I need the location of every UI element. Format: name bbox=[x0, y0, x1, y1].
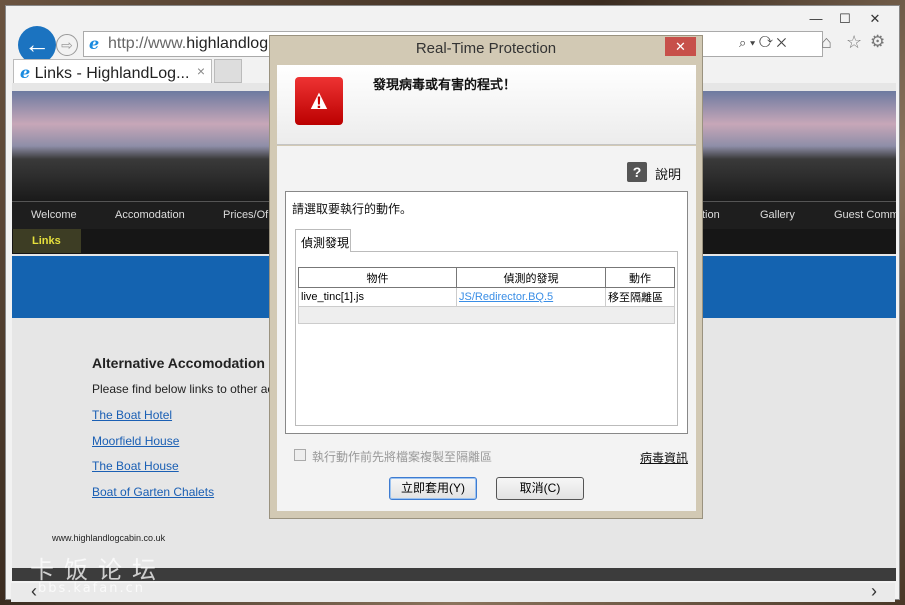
new-tab-button[interactable] bbox=[214, 59, 242, 83]
tab-close-button[interactable]: × bbox=[197, 63, 205, 79]
dialog-close-button[interactable]: ✕ bbox=[665, 37, 696, 56]
table-row[interactable]: live_tinc[1].js JS/Redirector.BQ.5 移至隔離區 bbox=[298, 287, 675, 307]
home-icon[interactable]: ⌂ bbox=[821, 32, 832, 53]
watermark-logo: 卡饭论坛 bbox=[30, 556, 166, 584]
menu-prices[interactable]: Prices/Of bbox=[223, 209, 268, 221]
help-icon[interactable]: ? bbox=[627, 162, 647, 182]
virus-info-link[interactable]: 病毒資訊 bbox=[640, 449, 688, 466]
url-host: highlandlog bbox=[186, 35, 269, 52]
link-boat-house[interactable]: The Boat House bbox=[92, 459, 179, 473]
threat-found-message: 發現病毒或有害的程式！ bbox=[373, 77, 517, 92]
settings-icon[interactable]: ⚙ bbox=[870, 32, 885, 52]
minimize-button[interactable]: — bbox=[803, 10, 829, 28]
column-object[interactable]: 物件 bbox=[298, 267, 457, 288]
cancel-button[interactable]: 取消(C) bbox=[496, 477, 584, 500]
tab-links[interactable]: e Links - HighlandLog... × bbox=[13, 59, 212, 84]
menu-gallery[interactable]: Gallery bbox=[760, 209, 795, 221]
column-action[interactable]: 動作 bbox=[605, 267, 675, 288]
detection-link[interactable]: JS/Redirector.BQ.5 bbox=[456, 287, 606, 307]
forward-button[interactable]: ⇨ bbox=[56, 34, 78, 56]
detections-table: 物件 偵測的發現 動作 live_tinc[1].js JS/Redirector.B… bbox=[298, 267, 675, 324]
menu-accomodation[interactable]: Accomodation bbox=[115, 209, 185, 221]
ie-icon: e bbox=[89, 34, 100, 53]
dialog-header: ▲! 發現病毒或有害的程式！ bbox=[277, 65, 696, 145]
watermark-url: bbs.kafan.cn bbox=[38, 581, 145, 596]
help-link[interactable]: 說明 bbox=[655, 164, 681, 183]
footer-url: www.highlandlogcabin.co.uk bbox=[52, 533, 166, 543]
warning-icon: ▲! bbox=[295, 77, 343, 125]
intro-text: Please find below links to other ac bbox=[92, 382, 274, 396]
detections-panel: 物件 偵測的發現 動作 live_tinc[1].js JS/Redirector.B… bbox=[295, 251, 678, 426]
object-cell: live_tinc[1].js bbox=[298, 287, 457, 307]
action-group: 請選取要執行的動作。 偵測發現 物件 偵測的發現 動作 live_tinc[1].j… bbox=[285, 191, 688, 434]
table-empty-row bbox=[298, 306, 675, 324]
link-boat-hotel[interactable]: The Boat Hotel bbox=[92, 408, 172, 422]
tab-title: Links - HighlandLog... bbox=[34, 65, 190, 82]
column-detection[interactable]: 偵測的發現 bbox=[456, 267, 606, 288]
maximize-button[interactable]: ☐ bbox=[832, 10, 858, 28]
link-moorfield-house[interactable]: Moorfield House bbox=[92, 434, 179, 448]
page-heading: Alternative Accomodation bbox=[92, 355, 265, 371]
scroll-right-arrow[interactable]: › bbox=[871, 581, 877, 602]
action-select[interactable]: 移至隔離區 bbox=[605, 287, 675, 307]
menu-guest-comments[interactable]: Guest Comm bbox=[834, 209, 896, 221]
dialog-title: Real-Time Protection bbox=[415, 40, 557, 57]
action-prompt: 請選取要執行的動作。 bbox=[292, 202, 413, 216]
dialog-body: ? 說明 請選取要執行的動作。 偵測發現 物件 偵測的發現 動作 live_tinc… bbox=[277, 146, 696, 511]
link-boat-of-garten[interactable]: Boat of Garten Chalets bbox=[92, 485, 214, 499]
real-time-protection-dialog: Real-Time Protection ✕ ▲! 發現病毒或有害的程式！ ? … bbox=[269, 35, 703, 519]
tab-detections[interactable]: 偵測發現 bbox=[295, 229, 351, 252]
close-button[interactable]: ✕ bbox=[862, 10, 888, 28]
address-actions[interactable]: ⌕ ▾ ⟳ ✕ bbox=[739, 35, 786, 51]
favorites-icon[interactable]: ☆ bbox=[846, 32, 862, 53]
apply-button[interactable]: 立即套用(Y) bbox=[389, 477, 477, 500]
url-prefix: http://www. bbox=[108, 35, 187, 52]
menu-welcome[interactable]: Welcome bbox=[31, 209, 77, 221]
ie-icon: e bbox=[20, 63, 31, 82]
menu-location[interactable]: tion bbox=[702, 209, 720, 221]
copy-to-quarantine-checkbox[interactable] bbox=[294, 449, 306, 461]
checkbox-label: 執行動作前先將檔案複製至隔離區 bbox=[312, 450, 493, 464]
menu-links[interactable]: Links bbox=[13, 229, 81, 253]
